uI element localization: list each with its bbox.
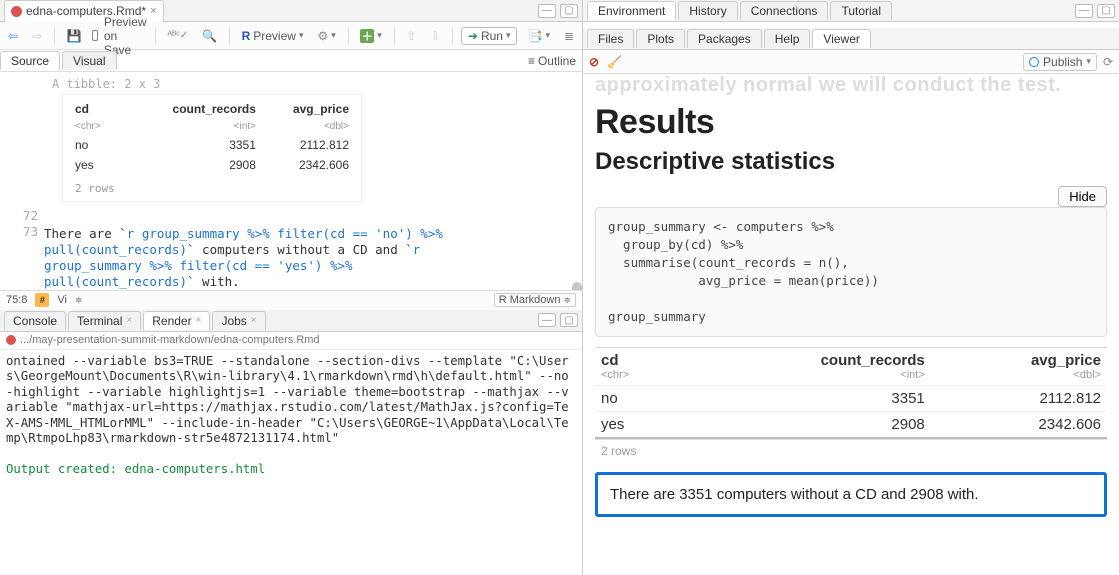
- editor-scrollbar[interactable]: [572, 282, 582, 290]
- publish-source-icon[interactable]: 📑▾: [523, 27, 553, 45]
- render-output-line: Output created: edna-computers.html: [6, 462, 265, 476]
- close-icon[interactable]: ×: [150, 5, 156, 17]
- table-row: no33512112.812: [75, 135, 349, 155]
- table-row: no33512112.812: [595, 386, 1107, 412]
- chunk-up-icon[interactable]: ⇧: [402, 27, 420, 45]
- tab-render[interactable]: Render×: [143, 311, 210, 330]
- knit-options-icon[interactable]: ⚙▾: [313, 27, 339, 45]
- viewer-pane-tabs: Files Plots Packages Help Viewer: [583, 28, 1119, 50]
- hide-code-button[interactable]: Hide: [1058, 186, 1107, 207]
- back-icon[interactable]: ⇦: [4, 27, 22, 45]
- breadcrumb[interactable]: Vi: [57, 294, 67, 306]
- editor-body[interactable]: A tibble: 2 x 3 cd<chr> count_records<in…: [44, 72, 582, 290]
- tab-packages[interactable]: Packages: [687, 29, 762, 48]
- spellcheck-icon[interactable]: ᴬᴮᶜ✓: [164, 28, 193, 43]
- viewer-table-footer: 2 rows: [595, 439, 1107, 462]
- tab-history[interactable]: History: [678, 1, 737, 20]
- pane-max-icon[interactable]: ▢: [560, 4, 578, 18]
- tab-environment[interactable]: Environment: [587, 1, 676, 20]
- render-console[interactable]: ontained --variable bs3=TRUE --standalon…: [0, 350, 582, 575]
- tab-help[interactable]: Help: [764, 29, 811, 48]
- highlighted-sentence: There are 3351 computers without a CD an…: [595, 472, 1107, 517]
- tab-viewer[interactable]: Viewer: [812, 29, 870, 48]
- tab-connections[interactable]: Connections: [740, 1, 829, 20]
- pane-max-icon[interactable]: ▢: [1097, 4, 1115, 18]
- viewer-code-block: group_summary <- computers %>% group_by(…: [595, 207, 1107, 337]
- chunk-down-icon[interactable]: ⇩: [426, 27, 444, 45]
- save-icon[interactable]: 💾: [63, 27, 86, 45]
- table-row: yes29082342.606: [75, 155, 349, 175]
- render-path: .../may-presentation-summit-markdown/edn…: [0, 332, 582, 350]
- inline-table-output: cd<chr> count_records<int> avg_price<dbl…: [62, 94, 362, 202]
- pane-min-icon[interactable]: —: [538, 4, 556, 18]
- pane-max-icon[interactable]: ▢: [560, 313, 578, 327]
- forward-icon[interactable]: ⇨: [28, 27, 46, 45]
- tab-files[interactable]: Files: [587, 29, 634, 48]
- viewer-table: cd<chr> count_records<int> avg_price<dbl…: [595, 347, 1107, 439]
- source-tab[interactable]: Source: [0, 51, 60, 70]
- tab-tutorial[interactable]: Tutorial: [830, 1, 892, 20]
- viewer-h1: Results: [595, 103, 1107, 142]
- viewer-content[interactable]: approximately normal we will conduct the…: [583, 74, 1119, 575]
- find-replace-icon[interactable]: 🔍: [198, 27, 221, 45]
- env-pane-tabs: Environment History Connections Tutorial…: [583, 0, 1119, 22]
- tab-jobs[interactable]: Jobs×: [212, 311, 265, 330]
- preview-on-save-checkbox[interactable]: [92, 30, 98, 41]
- insert-chunk-button[interactable]: ＋▾: [356, 27, 386, 45]
- refresh-icon[interactable]: ⟳: [1103, 55, 1113, 69]
- rmd-file-icon: [11, 6, 22, 17]
- rmd-file-icon: [6, 335, 16, 345]
- outline-button[interactable]: ≡ Outline: [528, 54, 576, 68]
- pane-min-icon[interactable]: —: [1075, 4, 1093, 18]
- clear-viewer-icon[interactable]: ⊘: [589, 55, 599, 69]
- visual-tab[interactable]: Visual: [62, 51, 116, 70]
- editor-statusbar: 75:8 # Vi≑ R Markdown ≑: [0, 290, 582, 310]
- table-row: yes29082342.606: [595, 412, 1107, 439]
- source-toolbar: ⇦ ⇨ 💾 Preview on Save ᴬᴮᶜ✓ 🔍 R Preview ▾…: [0, 22, 582, 50]
- cursor-position: 75:8: [6, 294, 27, 306]
- publish-button[interactable]: Publish▾: [1023, 53, 1097, 71]
- publish-ring-icon: [1029, 57, 1039, 67]
- section-chip[interactable]: #: [35, 293, 49, 307]
- tab-terminal[interactable]: Terminal×: [68, 311, 141, 330]
- source-file-tabs: edna-computers.Rmd* × — ▢: [0, 0, 582, 22]
- run-button[interactable]: ➔Run▾: [461, 27, 518, 45]
- viewer-toolbar: ⊘ 🧹 Publish▾ ⟳: [583, 50, 1119, 74]
- outline-toggle-icon[interactable]: ≣: [560, 27, 578, 45]
- tab-plots[interactable]: Plots: [636, 29, 685, 48]
- viewer-h2: Descriptive statistics: [595, 148, 1107, 176]
- tab-console[interactable]: Console: [4, 311, 66, 330]
- broom-icon[interactable]: 🧹: [607, 55, 622, 69]
- viewer-overflow-text: approximately normal we will conduct the…: [595, 74, 1107, 97]
- tibble-caption: A tibble: 2 x 3: [44, 76, 574, 92]
- source-visual-tabs: Source Visual ≡ Outline: [0, 50, 582, 72]
- console-tabs: Console Terminal× Render× Jobs× — ▢: [0, 310, 582, 332]
- pane-min-icon[interactable]: —: [538, 313, 556, 327]
- file-type-select[interactable]: R Markdown ≑: [494, 293, 576, 307]
- editor-gutter: 72 73 74 75 ▾: [0, 72, 44, 290]
- preview-button[interactable]: R Preview ▾: [238, 27, 308, 45]
